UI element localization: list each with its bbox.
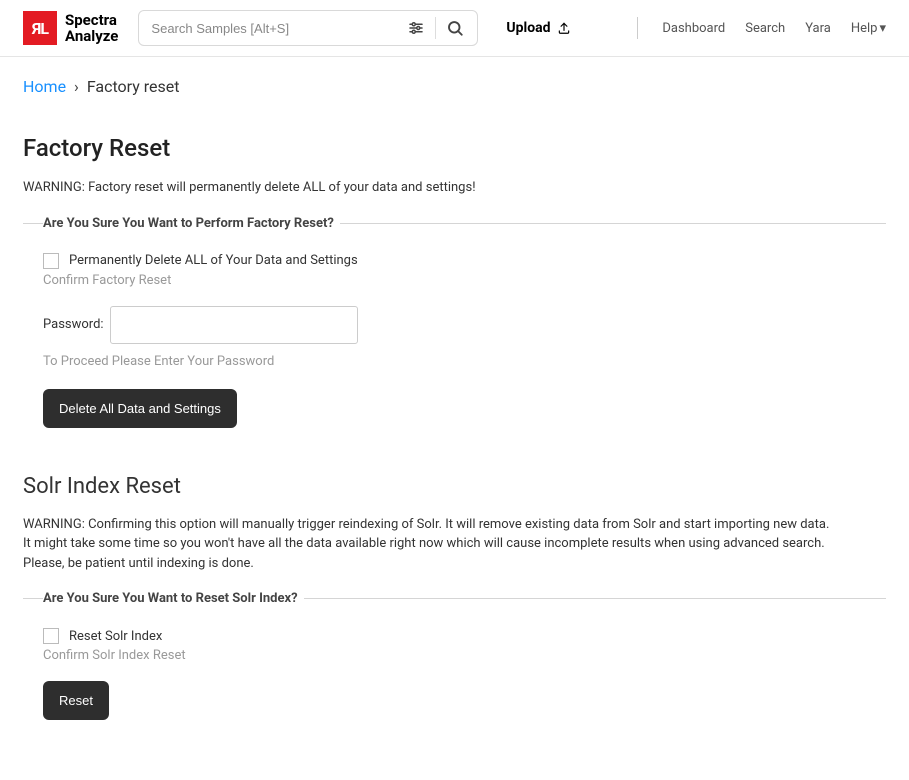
search-divider <box>435 17 436 39</box>
solr-fieldset: Are You Sure You Want to Reset Solr Inde… <box>23 591 886 740</box>
delete-all-button[interactable]: Delete All Data and Settings <box>43 389 237 428</box>
search-icon[interactable] <box>439 14 471 42</box>
breadcrumb: Home › Factory reset <box>23 57 886 106</box>
search-input[interactable] <box>151 21 400 36</box>
solr-warning: WARNING: Confirming this option will man… <box>23 515 886 574</box>
factory-delete-checkbox[interactable] <box>43 253 59 269</box>
nav-search[interactable]: Search <box>745 21 785 36</box>
brand-logo[interactable]: ЯL Spectra Analyze <box>23 11 118 45</box>
solr-warning-l3: Please, be patient until indexing is don… <box>23 556 254 571</box>
nav-dashboard[interactable]: Dashboard <box>662 21 725 36</box>
factory-checkbox-label: Permanently Delete ALL of Your Data and … <box>69 253 358 268</box>
logo-text: Spectra Analyze <box>65 12 118 45</box>
password-label: Password: <box>43 317 104 332</box>
filter-icon[interactable] <box>400 14 432 42</box>
solr-title: Solr Index Reset <box>23 474 886 499</box>
app-header: ЯL Spectra Analyze Upload <box>0 0 909 57</box>
password-helper: To Proceed Please Enter Your Password <box>43 354 866 369</box>
password-row: Password: <box>43 306 866 344</box>
factory-fieldset: Are You Sure You Want to Perform Factory… <box>23 216 886 448</box>
nav-yara[interactable]: Yara <box>805 21 831 36</box>
factory-confirm-helper: Confirm Factory Reset <box>43 273 866 288</box>
main-content: Home › Factory reset Factory Reset WARNI… <box>0 57 909 780</box>
page-title: Factory Reset <box>23 134 886 162</box>
logo-mark: ЯL <box>23 11 57 45</box>
logo-line2: Analyze <box>65 28 118 45</box>
solr-reset-checkbox[interactable] <box>43 628 59 644</box>
factory-warning: WARNING: Factory reset will permanently … <box>23 178 886 198</box>
solr-reset-button[interactable]: Reset <box>43 681 109 720</box>
factory-legend: Are You Sure You Want to Perform Factory… <box>43 216 340 231</box>
solr-warning-l2: It might take some time so you won't hav… <box>23 536 825 551</box>
nav-links: Dashboard Search Yara Help ▾ <box>637 17 886 39</box>
nav-help[interactable]: Help ▾ <box>851 21 886 36</box>
password-input[interactable] <box>110 306 358 344</box>
factory-checkbox-row: Permanently Delete ALL of Your Data and … <box>43 253 866 269</box>
upload-icon <box>557 21 571 35</box>
solr-checkbox-row: Reset Solr Index <box>43 628 866 644</box>
upload-label: Upload <box>506 20 550 36</box>
nav-help-label: Help <box>851 21 878 36</box>
solr-legend: Are You Sure You Want to Reset Solr Inde… <box>43 591 304 606</box>
logo-line1: Spectra <box>65 12 118 29</box>
breadcrumb-current: Factory reset <box>87 77 180 96</box>
search-box[interactable] <box>138 10 478 46</box>
solr-checkbox-label: Reset Solr Index <box>69 629 162 644</box>
breadcrumb-sep: › <box>74 77 79 96</box>
solr-warning-l1: WARNING: Confirming this option will man… <box>23 517 829 532</box>
nav-divider <box>637 17 638 39</box>
breadcrumb-home[interactable]: Home <box>23 77 66 96</box>
chevron-down-icon: ▾ <box>879 21 886 36</box>
upload-button[interactable]: Upload <box>506 20 570 36</box>
solr-confirm-helper: Confirm Solr Index Reset <box>43 648 866 663</box>
